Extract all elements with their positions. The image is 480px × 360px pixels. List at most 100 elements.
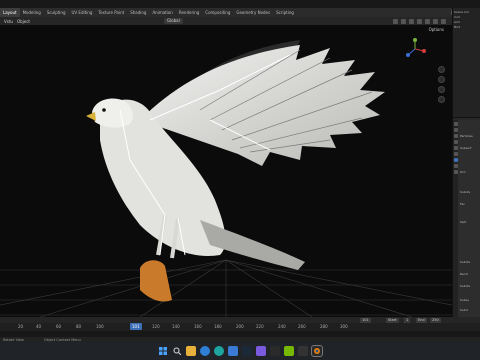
tail — [200, 220, 305, 270]
tab-modeling[interactable]: Modeling — [20, 8, 44, 17]
blender-icon[interactable] — [311, 345, 323, 357]
prop-row: Ord — [460, 170, 466, 174]
outliner: Scene Col Coll Arm Bird — [453, 8, 480, 118]
beak — [86, 112, 96, 121]
current-frame-field[interactable]: 101 — [360, 317, 371, 323]
rendered-shading-icon[interactable] — [441, 18, 446, 24]
bird-head — [92, 98, 133, 128]
frame-tick: 180 — [214, 324, 222, 329]
store-icon[interactable] — [228, 346, 238, 356]
tab-layout[interactable]: Layout — [0, 8, 20, 17]
snap-icon[interactable] — [393, 18, 398, 24]
particles-tab-icon[interactable] — [453, 164, 458, 168]
eye — [102, 108, 106, 112]
frame-tick: 220 — [256, 324, 264, 329]
prop-row: Particles — [460, 134, 473, 138]
browser-icon[interactable] — [200, 346, 210, 356]
prop-row: Opti — [460, 220, 467, 224]
proportional-edit-icon[interactable] — [401, 18, 406, 24]
frame-tick: 100 — [96, 324, 104, 329]
start-frame-label: Start — [386, 317, 399, 323]
frame-tick: 200 — [236, 324, 244, 329]
viewport-header-icons — [393, 18, 452, 24]
render-tab-icon[interactable] — [453, 128, 458, 132]
frame-tick: 240 — [278, 324, 286, 329]
workspace-tabs: Layout Modeling Sculpting UV Editing Tex… — [0, 8, 480, 17]
modifier-tab-icon[interactable] — [453, 158, 458, 162]
navigation-gizmo[interactable] — [404, 38, 426, 60]
tab-sculpting[interactable]: Sculpting — [44, 8, 69, 17]
right-panel: Scene Col Coll Arm Bird Particles Subsur… — [452, 8, 480, 317]
frame-tick: 20 — [18, 324, 24, 329]
frame-tick: 160 — [194, 324, 202, 329]
prop-row: Rend — [460, 272, 468, 276]
start-frame-field[interactable]: 1 — [404, 317, 411, 323]
tab-texture-paint[interactable]: Texture Paint — [95, 8, 127, 17]
search-icon[interactable] — [172, 346, 182, 356]
zoom-icon[interactable] — [438, 66, 445, 73]
playhead[interactable]: 101 — [130, 323, 142, 330]
frame-tick: 60 — [56, 324, 62, 329]
tab-shading[interactable]: Shading — [127, 8, 149, 17]
steam-icon[interactable] — [242, 346, 252, 356]
terminal-icon[interactable] — [298, 346, 308, 356]
prop-row: Subdiv — [460, 284, 471, 288]
solid-shading-icon[interactable] — [425, 18, 430, 24]
overlay-icon[interactable] — [409, 18, 414, 24]
tab-geometry-nodes[interactable]: Geometry Nodes — [233, 8, 273, 17]
options-menu[interactable]: Options — [429, 27, 444, 32]
taskbar — [0, 342, 480, 360]
frame-tick: 280 — [320, 324, 328, 329]
tab-animation[interactable]: Animation — [149, 8, 175, 17]
title-strip — [0, 0, 480, 8]
outliner-row[interactable]: Bird — [454, 25, 479, 30]
edge-icon[interactable] — [214, 346, 224, 356]
view-menu[interactable]: Vstu — [4, 19, 13, 24]
prop-row: Subsu — [460, 298, 470, 302]
timeline-ruler[interactable]: 20 40 60 80 100 120 140 160 180 200 220 … — [0, 323, 480, 331]
tab-uv-editing[interactable]: UV Editing — [69, 8, 96, 17]
axis-gizmo-icon — [406, 38, 426, 57]
tab-compositing[interactable]: Compositing — [202, 8, 233, 17]
talons — [140, 260, 172, 302]
end-frame-field[interactable]: 250 — [430, 317, 441, 323]
ortho-toggle-icon[interactable] — [438, 96, 445, 103]
frame-tick: 260 — [298, 324, 306, 329]
output-tab-icon[interactable] — [453, 134, 458, 138]
viewport-header: Vstu Object Global — [0, 17, 452, 25]
prop-row: Subd — [460, 308, 468, 312]
xray-icon[interactable] — [417, 18, 422, 24]
nvidia-icon[interactable] — [284, 346, 294, 356]
frame-tick: 40 — [36, 324, 42, 329]
status-mid: Object Context Menu — [43, 337, 81, 342]
pan-icon[interactable] — [438, 76, 445, 83]
viewport-scene — [0, 40, 452, 317]
end-frame-label: End — [416, 317, 427, 323]
object-menu[interactable]: Object — [17, 19, 30, 24]
file-explorer-icon[interactable] — [186, 346, 196, 356]
frame-tick: 120 — [152, 324, 160, 329]
photos-icon[interactable] — [256, 346, 266, 356]
blender-window: Layout Modeling Sculpting UV Editing Tex… — [0, 0, 480, 360]
material-shading-icon[interactable] — [433, 18, 438, 24]
scene-tab-icon[interactable] — [453, 140, 458, 144]
tab-scripting[interactable]: Scripting — [273, 8, 297, 17]
object-tab-icon[interactable] — [453, 152, 458, 156]
windows-logo-icon[interactable] — [158, 346, 168, 356]
prop-row: Subdiv — [460, 190, 471, 194]
world-tab-icon[interactable] — [453, 146, 458, 150]
prop-row: Subsurf — [460, 146, 472, 150]
orientation-dropdown[interactable]: Global — [163, 18, 183, 24]
tab-rendering[interactable]: Rendering — [176, 8, 202, 17]
physics-tab-icon[interactable] — [453, 170, 458, 174]
frame-tick: 140 — [172, 324, 180, 329]
prop-row: Fac — [460, 202, 465, 206]
camera-view-icon[interactable] — [438, 86, 445, 93]
tool-tab-icon[interactable] — [453, 122, 458, 126]
frame-tick: 80 — [76, 324, 82, 329]
frame-tick: 300 — [340, 324, 348, 329]
status-left: Rotate View — [3, 337, 24, 342]
3d-viewport[interactable]: Options — [0, 25, 452, 317]
floor-grid — [0, 259, 452, 317]
media-icon[interactable] — [270, 346, 280, 356]
